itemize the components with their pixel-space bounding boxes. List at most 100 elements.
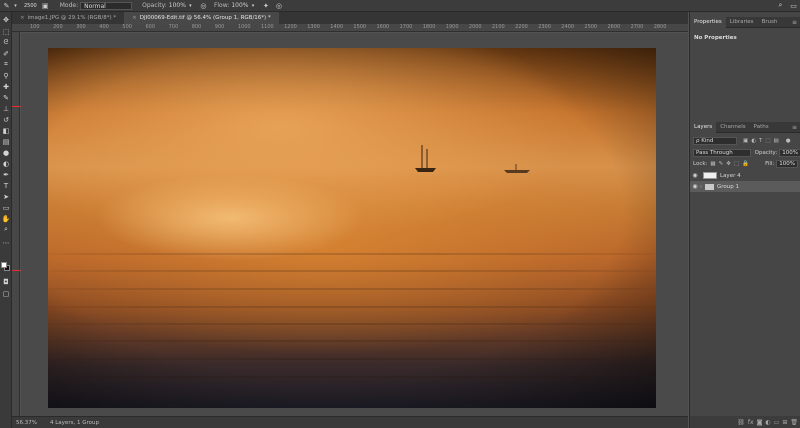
tab-dji00069[interactable]: × DJI00069-Edit.tif @ 56.4% (Group 1, RGB… (124, 12, 279, 24)
eraser-icon[interactable]: ◧ (1, 126, 11, 135)
eye-icon[interactable]: ◉ (690, 183, 700, 190)
ruler-tick-label: 1000 (237, 24, 251, 30)
mode-select[interactable]: Normal (80, 1, 133, 10)
history-brush-icon[interactable]: ↺ (1, 115, 11, 124)
tab-properties[interactable]: Properties (690, 16, 726, 28)
tab-paths[interactable]: Paths (750, 122, 773, 133)
mask-icon[interactable]: ◙ (757, 419, 763, 426)
shape-icon[interactable]: ▭ (1, 203, 11, 212)
opacity-value[interactable]: 100% (169, 2, 186, 9)
options-bar: ✎ ▾ 2500 ▣ Mode: Normal Opacity: 100% ▾ … (0, 0, 800, 12)
eyedropper-icon[interactable]: ⚲ (1, 71, 11, 80)
blur-icon[interactable]: ● (1, 148, 11, 157)
zoom-icon[interactable]: ⌕ (1, 225, 11, 234)
search-icon[interactable]: ⌕ (776, 1, 785, 10)
ruler-tick-label: 600 (145, 24, 156, 30)
document-info[interactable]: 4 Layers, 1 Group (50, 420, 99, 426)
tab-libraries[interactable]: Libraries (726, 17, 758, 28)
close-icon[interactable]: × (20, 15, 25, 21)
workspace-icon[interactable]: ▭ (789, 1, 798, 10)
horizontal-ruler[interactable]: 100 200 300 400 500 600 700 800 900 1000 1100 1200 1… (12, 24, 688, 32)
ruler-tick-label: 200 (53, 24, 63, 30)
mode-label: Mode: (59, 2, 79, 9)
no-properties-label: No Properties (694, 35, 737, 41)
status-bar: 56.37% 4 Layers, 1 Group (12, 416, 688, 428)
gradient-icon[interactable]: ▤ (1, 137, 11, 146)
brush-panel-icon: ▣ (41, 1, 49, 10)
ruler-tick-label: 1700 (399, 24, 413, 30)
layer-filter-select[interactable]: ρ Kind (693, 137, 737, 145)
zoom-level[interactable]: 56.37% (16, 420, 50, 426)
move-icon[interactable]: ✥ (1, 15, 11, 24)
link-icon[interactable]: ⛓ (737, 419, 745, 426)
filter-icons[interactable]: ▣◐T⬚▤ (743, 138, 782, 144)
brush-panel-toggle[interactable]: ▣ (39, 0, 52, 12)
layer-name: Group 1 (717, 183, 739, 190)
tab-brush[interactable]: Brush (758, 17, 782, 28)
marquee-icon[interactable]: ⬚ (1, 27, 11, 36)
tab-channels[interactable]: Channels (716, 122, 749, 133)
brush-icon[interactable]: ✎ (1, 93, 11, 102)
vertical-ruler[interactable] (12, 32, 20, 416)
document-canvas-photo[interactable] (48, 48, 656, 408)
trash-icon[interactable]: 🗑 (790, 419, 798, 426)
chevron-down-icon[interactable]: ▾ (248, 1, 257, 10)
healing-icon[interactable]: ✚ (1, 82, 11, 91)
ruler-tick-label: 100 (30, 24, 40, 30)
chevron-right-icon[interactable]: › (700, 184, 702, 190)
ruler-tick-label: 2700 (630, 24, 644, 30)
close-icon[interactable]: × (132, 15, 137, 21)
ruler-tick-label: 2800 (653, 24, 667, 30)
brush-tool-preset[interactable]: ✎ ▾ (0, 0, 22, 12)
lock-icons[interactable]: ▦✎✥⬚🔒 (710, 161, 751, 167)
canvas-area[interactable] (21, 33, 688, 416)
foreground-color-swatch[interactable] (1, 262, 7, 268)
layer-row-layer-4[interactable]: ◉ Layer 4 (690, 170, 800, 181)
more-tools-icon[interactable]: ⋯ (1, 238, 11, 247)
lock-label: Lock: (693, 161, 708, 167)
filter-toggle-icon[interactable]: ● (786, 138, 791, 144)
dodge-icon[interactable]: ◐ (1, 159, 11, 168)
fill-label: Fill: (765, 161, 775, 167)
path-select-icon[interactable]: ➤ (1, 192, 11, 201)
layer-row-group-1[interactable]: ◉ › Group 1 (690, 181, 800, 192)
ruler-tick-label: 800 (191, 24, 202, 30)
panel-menu-icon[interactable]: ≡ (792, 122, 797, 133)
hand-icon[interactable]: ✋ (1, 214, 11, 223)
blend-mode-select[interactable]: Pass Through (693, 149, 751, 157)
lasso-icon[interactable]: ᘓ (1, 38, 11, 47)
brush-size-value: 2500 (24, 2, 37, 9)
chevron-down-icon[interactable]: ▾ (186, 1, 195, 10)
tab-image1[interactable]: × image1.JPG @ 29.1% (RGB/8*) * (12, 12, 124, 24)
tab-layers[interactable]: Layers (690, 121, 717, 133)
airbrush-icon[interactable]: ✦ (261, 1, 270, 10)
lock-row: Lock: ▦✎✥⬚🔒 Fill: 100% (690, 159, 800, 169)
eye-icon[interactable]: ◉ (690, 172, 700, 179)
ruler-tick-label: 1900 (445, 24, 459, 30)
layer-opacity-value[interactable]: 100% (779, 149, 800, 157)
crop-icon[interactable]: ⌗ (1, 60, 11, 69)
ruler-tick-label: 2000 (468, 24, 482, 30)
panel-menu-icon[interactable]: ≡ (792, 17, 797, 28)
new-layer-icon[interactable]: ⊞ (782, 419, 787, 426)
ruler-tick-label: 300 (76, 24, 86, 30)
quick-mask-icon[interactable]: ◘ (1, 277, 11, 286)
pressure-size-icon[interactable]: ◎ (274, 1, 283, 10)
new-group-icon[interactable]: ▭ (774, 419, 780, 426)
fx-icon[interactable]: fx (748, 419, 754, 426)
brush-size-picker[interactable]: 2500 (22, 0, 39, 12)
ruler-tick-label: 1300 (307, 24, 320, 30)
pen-icon[interactable]: ✒ (1, 170, 11, 179)
screen-mode-icon[interactable]: ▢ (1, 289, 11, 298)
type-icon[interactable]: T (1, 181, 11, 190)
ruler-tick-label: 1200 (284, 24, 297, 30)
stamp-icon[interactable]: ⊥ (1, 104, 11, 113)
adjustment-icon[interactable]: ◐ (765, 419, 770, 426)
flow-value[interactable]: 100% (231, 2, 248, 9)
ruler-tick-label: 700 (168, 24, 179, 30)
pressure-opacity-icon[interactable]: ◎ (199, 1, 208, 10)
fill-value[interactable]: 100% (776, 160, 798, 168)
quick-select-icon[interactable]: ✐ (1, 49, 11, 58)
ruler-tick-label: 1400 (330, 24, 344, 30)
ruler-tick-label: 2100 (492, 24, 505, 30)
